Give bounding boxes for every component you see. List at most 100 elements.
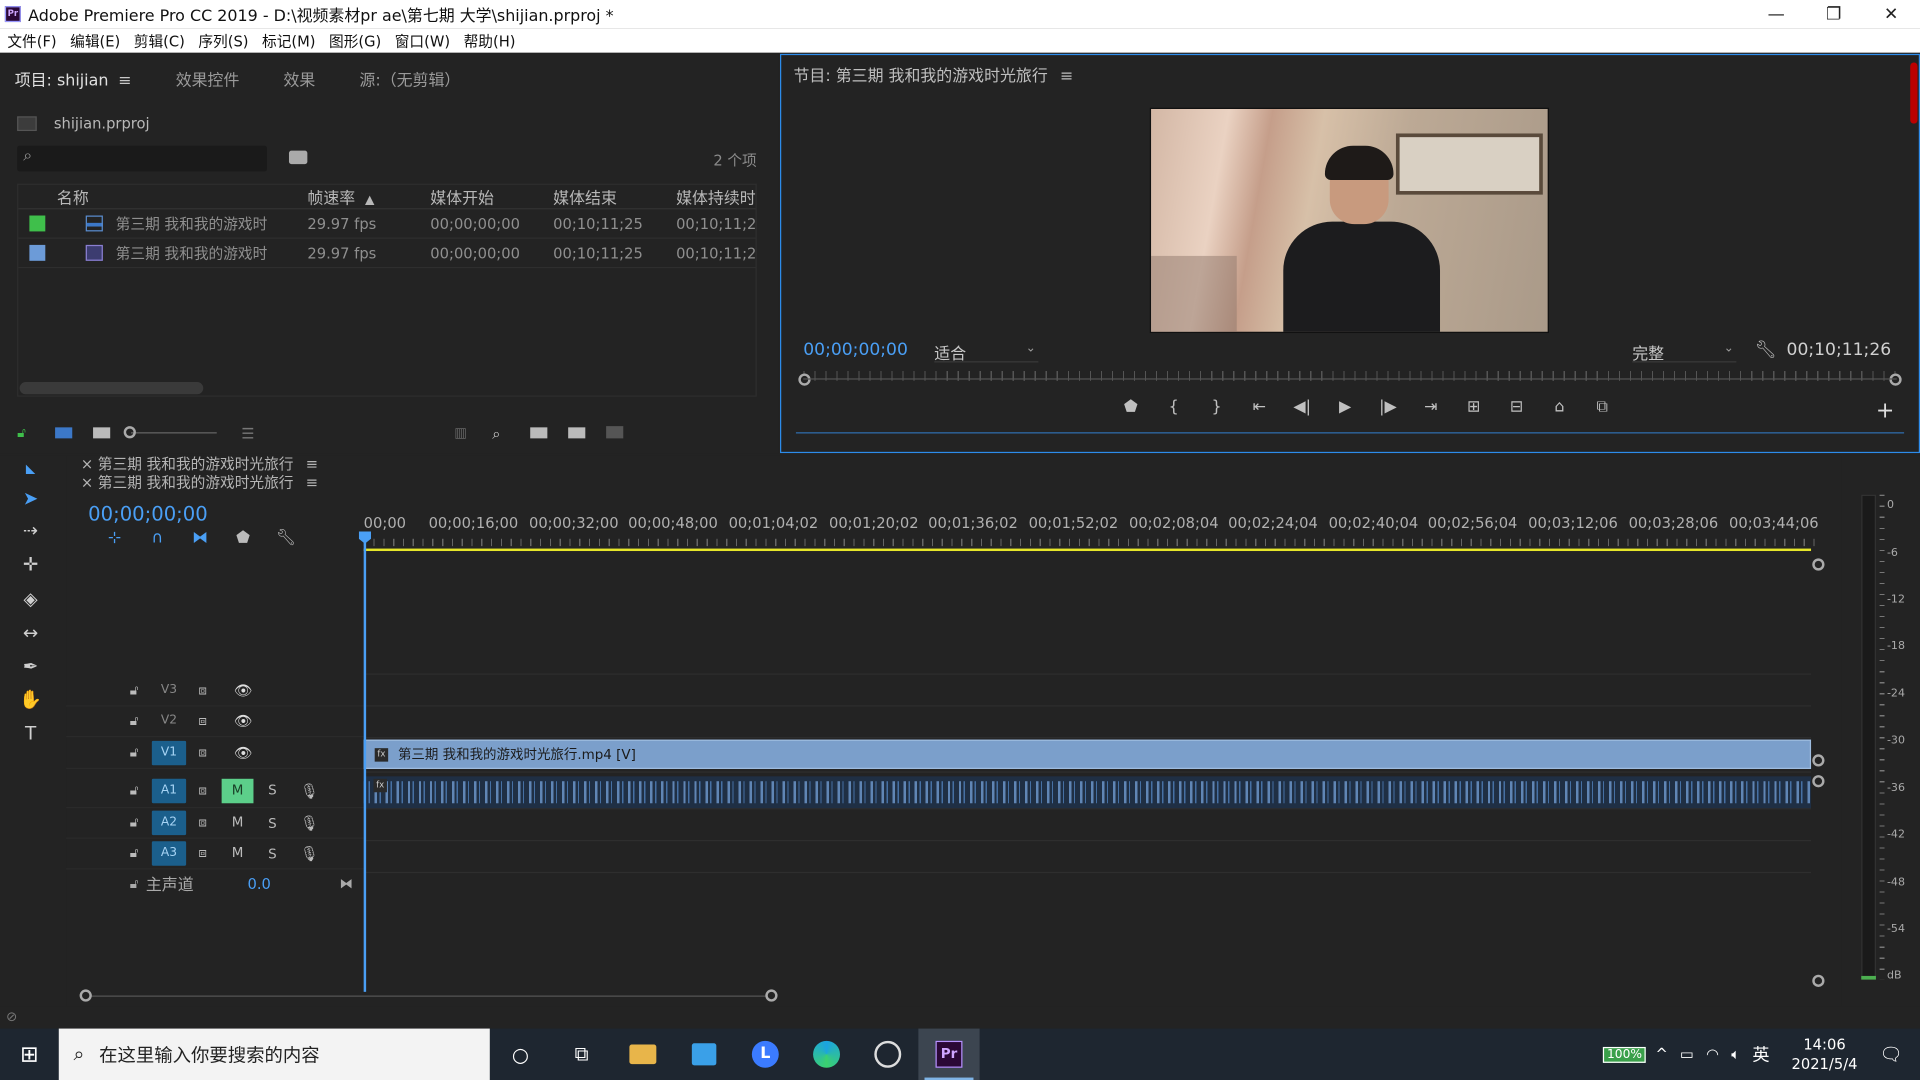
scroll-start-knob[interactable] [79,989,92,1002]
track-lock-icon[interactable]: 🔓︎ [130,744,139,761]
maximize-button[interactable]: ❐ [1805,4,1863,24]
lock-icon[interactable]: 🔓︎ [17,425,34,441]
lark-app-icon[interactable]: L [735,1029,796,1080]
mute-button[interactable]: M [222,811,254,835]
mark-out-icon[interactable]: } [1195,398,1238,416]
solo-button[interactable]: S [268,846,277,862]
comparison-view-icon[interactable]: ⧉ [1581,398,1624,416]
mark-in-icon[interactable]: { [1152,398,1195,416]
track-lock-icon[interactable]: 🔓︎ [130,782,139,799]
track-lock-icon[interactable]: 🔓︎ [130,814,139,831]
button-editor-add-icon[interactable]: + [1876,398,1894,424]
sync-lock-icon[interactable]: ⧈ [198,814,207,831]
eye-icon[interactable]: 👁︎ [234,682,253,699]
battery-status-icon[interactable]: ▭ [1680,1046,1694,1063]
video-preview[interactable] [1149,107,1549,334]
playback-resolution-select[interactable]: 完整 ⌄ [1632,340,1737,364]
find-icon[interactable]: ⌕ [492,425,509,442]
mic-icon[interactable]: 🎙︎ [300,845,319,862]
automate-sequence-icon[interactable]: ▥ [454,425,471,441]
store-icon[interactable] [673,1029,734,1080]
menu-markers[interactable]: 标记(M) [262,30,316,51]
go-to-in-icon[interactable]: ⇤ [1238,398,1281,416]
pen-tool-icon[interactable]: ✒ [17,655,44,679]
timeline-horizontal-scrollbar[interactable] [79,989,778,1002]
label-color-chip[interactable] [29,215,46,232]
system-clock[interactable]: 14:06 2021/5/4 [1792,1035,1858,1074]
razor-tool-icon[interactable]: ◈ [17,588,44,612]
slip-tool-icon[interactable]: ↔ [17,622,44,646]
audio-clip[interactable]: fx [363,776,1812,809]
menu-graphics[interactable]: 图形(G) [329,30,381,51]
menu-edit[interactable]: 编辑(E) [70,30,120,51]
mic-icon[interactable]: 🎙︎ [300,782,319,799]
timeline-tab[interactable]: × 第三期 我和我的游戏时光旅行 ≡ [81,456,318,474]
eye-icon[interactable]: 👁︎ [234,744,253,761]
track-target[interactable]: V2 [152,709,186,733]
timeline-settings-wrench-icon[interactable]: 🔧︎ [264,529,307,547]
eye-icon[interactable]: 👁︎ [234,713,253,730]
track-target[interactable]: A2 [151,810,187,836]
menu-window[interactable]: 窗口(W) [395,30,450,51]
icon-view-icon[interactable] [93,426,111,438]
export-frame-icon[interactable]: ⌂ [1538,398,1581,416]
menu-sequence[interactable]: 序列(S) [198,30,248,51]
solo-button[interactable]: S [268,782,277,798]
step-forward-icon[interactable]: |▶ [1367,398,1410,416]
track-lock-icon[interactable]: 🔓︎ [130,713,139,730]
tab-source[interactable]: 源:（无剪辑） [359,67,460,90]
sync-lock-icon[interactable]: ⧈ [198,744,207,761]
nest-icon[interactable]: ⊹ [93,529,136,547]
ripple-edit-tool-icon[interactable]: ✛ [17,553,44,577]
timeline-ruler[interactable]: 00;00 00;00;16;00 00;00;32;00 00;00;48;0… [363,514,1821,551]
col-media-duration[interactable]: 媒体持续时间 [671,185,755,208]
table-row[interactable]: 第三期 我和我的游戏时 29.97 fps 00;00;00;00 00;10;… [18,239,756,269]
tab-effect-controls[interactable]: 效果控件 [176,67,240,90]
track-target[interactable]: V3 [152,678,186,702]
status-icon[interactable]: ⊘ [6,1009,23,1025]
sync-lock-icon[interactable]: ⧈ [198,713,207,730]
zoom-level-select[interactable]: 适合 ⌄ [934,340,1039,364]
col-framerate[interactable]: 帧速率 ▲ [303,185,426,208]
table-row[interactable]: 第三期 我和我的游戏时 29.97 fps 00;00;00;00 00;10;… [18,209,756,239]
new-bin-icon[interactable] [530,426,548,438]
sync-lock-icon[interactable]: ⧈ [198,845,207,862]
list-view-icon[interactable] [55,426,73,438]
extract-icon[interactable]: ⊟ [1495,398,1538,416]
menu-clip[interactable]: 剪辑(C) [134,30,185,51]
taskbar-search-input[interactable]: ⌕ 在这里输入你要搜索的内容 [58,1028,490,1080]
step-back-icon[interactable]: ◀| [1281,398,1324,416]
chevron-up-icon[interactable]: ^ [1655,1046,1667,1063]
playhead-timecode[interactable]: 00;00;00;00 [803,340,908,360]
master-volume-value[interactable]: 0.0 [248,875,271,892]
track-target[interactable]: A1 [151,778,187,803]
linked-selection-icon[interactable]: ⧓ [179,529,222,547]
track-lock-icon[interactable]: 🔓︎ [130,845,139,862]
play-icon[interactable]: ▶ [1324,398,1367,416]
vertical-zoom-knob[interactable] [1812,558,1825,571]
add-marker-icon[interactable]: ⬟ [1109,398,1152,416]
mute-button[interactable]: M [222,841,254,865]
playhead[interactable] [363,538,367,992]
go-to-end-icon[interactable]: ⧓ [339,876,352,892]
scroll-end-knob[interactable] [765,989,778,1002]
track-target[interactable]: A3 [151,841,187,866]
sort-icon[interactable]: ☰ [241,425,258,442]
new-search-bin-button[interactable] [288,150,308,165]
panel-menu-icon[interactable]: ≡ [118,72,131,90]
lift-icon[interactable]: ⊞ [1452,398,1495,416]
selection-tool-icon[interactable]: ➤ [17,487,44,511]
task-view-icon[interactable]: ⧉ [551,1029,612,1080]
label-color-chip[interactable] [29,244,46,261]
volume-icon[interactable]: 🔈︎ [1731,1045,1740,1063]
track-lock-icon[interactable]: 🔓︎ [130,682,139,699]
vertical-zoom-knob[interactable] [1812,974,1825,987]
wifi-icon[interactable]: ◠ [1706,1046,1719,1063]
project-search-input[interactable]: ⌕ [17,145,267,172]
col-name[interactable]: 名称 [57,185,303,208]
close-button[interactable]: ✕ [1862,4,1920,24]
timeline-tab[interactable]: × 第三期 我和我的游戏时光旅行 ≡ [81,474,318,492]
col-media-end[interactable]: 媒体结束 [548,185,671,208]
program-scrollbar[interactable] [1910,62,1918,124]
ime-indicator[interactable]: 英 [1752,1042,1769,1066]
